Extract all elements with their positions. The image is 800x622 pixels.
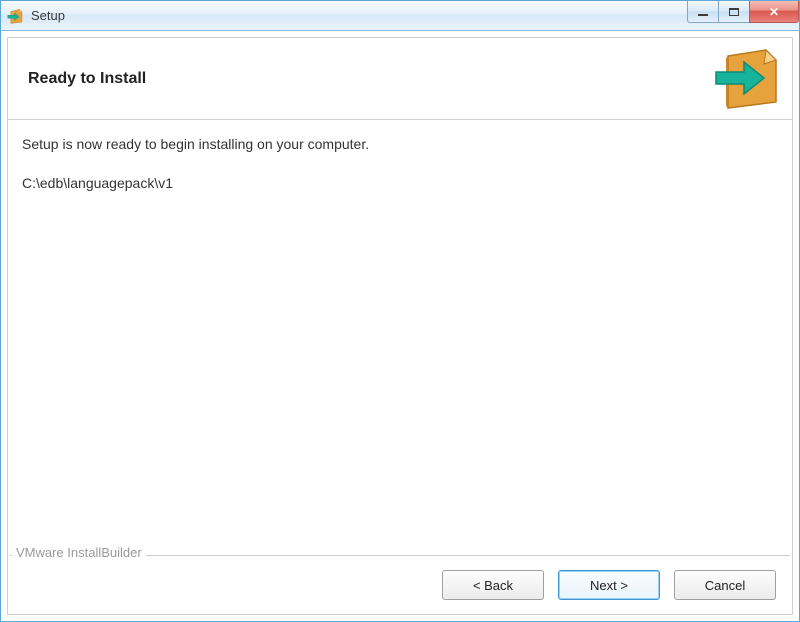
app-icon	[7, 7, 25, 25]
window-title: Setup	[31, 8, 65, 23]
close-icon: ✕	[769, 6, 779, 18]
install-path: C:\edb\languagepack\v1	[22, 173, 778, 194]
maximize-icon	[729, 8, 739, 16]
brand-label: VMware InstallBuilder	[12, 545, 146, 560]
minimize-button[interactable]	[687, 1, 719, 23]
window-controls: ✕	[688, 1, 799, 23]
ready-message: Setup is now ready to begin installing o…	[22, 134, 778, 155]
next-button[interactable]: Next >	[558, 570, 660, 600]
content-area: Setup is now ready to begin installing o…	[8, 120, 792, 555]
close-button[interactable]: ✕	[749, 1, 799, 23]
back-button[interactable]: < Back	[442, 570, 544, 600]
page-title: Ready to Install	[28, 70, 146, 88]
titlebar[interactable]: Setup ✕	[1, 1, 799, 31]
footer: VMware InstallBuilder < Back Next > Canc…	[8, 555, 792, 614]
setup-window: Setup ✕ Ready to Install Set	[0, 0, 800, 622]
button-row: < Back Next > Cancel	[8, 556, 792, 614]
cancel-button[interactable]: Cancel	[674, 570, 776, 600]
client-area: Ready to Install Setup is now ready to b…	[1, 31, 799, 621]
maximize-button[interactable]	[718, 1, 750, 23]
wizard-header: Ready to Install	[8, 38, 792, 120]
minimize-icon	[698, 14, 708, 16]
box-arrow-icon	[714, 46, 782, 110]
wizard-panel: Ready to Install Setup is now ready to b…	[7, 37, 793, 615]
